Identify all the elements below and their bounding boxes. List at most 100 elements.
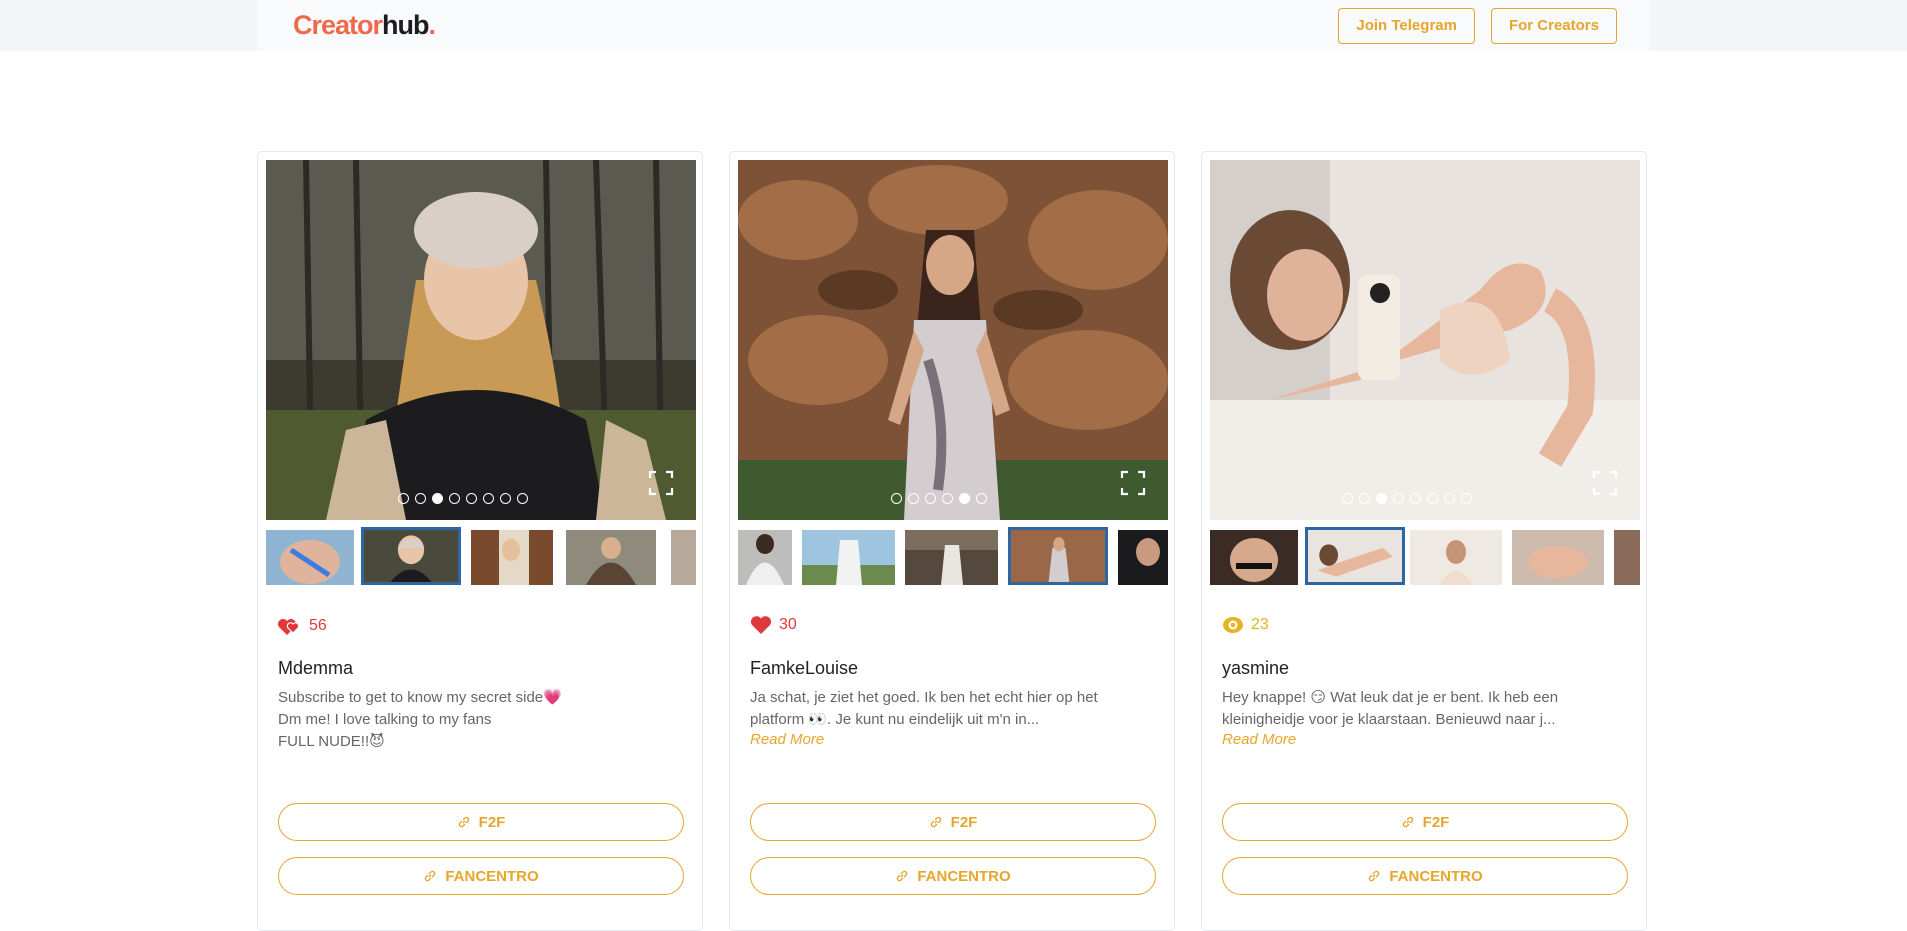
site-logo[interactable]: Creator hub. (293, 10, 436, 41)
creator-card: 30 FamkeLouise Ja schat, je ziet het goe… (729, 151, 1175, 931)
thumbnail[interactable] (802, 530, 895, 585)
likes-count: 30 (779, 616, 797, 633)
thumbnail[interactable] (266, 530, 354, 585)
thumbnail[interactable] (905, 530, 998, 585)
creator-description: Hey knappe! 😏 Wat leuk dat je er bent. I… (1222, 687, 1632, 731)
description-line: Dm me! I love talking to my fans (278, 711, 492, 728)
for-creators-button[interactable]: For Creators (1490, 7, 1617, 44)
carousel-dots (1342, 493, 1472, 504)
fancentro-link-button[interactable]: FANCENTRO (1222, 857, 1628, 895)
thumbnail[interactable] (1210, 530, 1298, 585)
carousel-dot[interactable] (1427, 493, 1438, 504)
thumbnail-strip (266, 527, 696, 585)
thumbnail[interactable] (738, 530, 792, 585)
fancentro-link-button[interactable]: FANCENTRO (750, 857, 1156, 895)
fullscreen-icon[interactable] (648, 470, 674, 496)
thumbnail-selected[interactable] (1008, 527, 1108, 585)
fancentro-link-button[interactable]: FANCENTRO (278, 857, 684, 895)
creator-name[interactable]: yasmine (1222, 658, 1289, 679)
creator-description: Subscribe to get to know my secret side💗… (278, 687, 688, 753)
link-icon (897, 870, 908, 882)
thumbnail-strip (738, 527, 1168, 585)
thumbnail[interactable] (1512, 530, 1604, 585)
link-label: F2F (950, 813, 978, 831)
hearts-icon (278, 619, 300, 635)
carousel-dot[interactable] (1393, 493, 1404, 504)
link-icon (425, 870, 436, 882)
thumbnail[interactable] (671, 530, 696, 585)
hero-photo (738, 160, 1168, 520)
creator-description: Ja schat, je ziet het goed. Ik ben het e… (750, 687, 1160, 731)
hero-image[interactable] (1210, 160, 1640, 520)
carousel-dot[interactable] (398, 493, 409, 504)
link-icon (1402, 816, 1413, 828)
carousel-dot[interactable] (1444, 493, 1455, 504)
description-line: Ja schat, je ziet het goed. Ik ben het e… (750, 689, 1098, 706)
carousel-dot[interactable] (466, 493, 477, 504)
carousel-dot[interactable] (415, 493, 426, 504)
creator-card: 56 Mdemma Subscribe to get to know my se… (257, 151, 703, 931)
carousel-dot[interactable] (517, 493, 528, 504)
creator-name[interactable]: Mdemma (278, 658, 353, 679)
thumbnail[interactable] (1410, 530, 1502, 585)
carousel-dot[interactable] (483, 493, 494, 504)
hero-image[interactable] (738, 160, 1168, 520)
carousel-dot[interactable] (891, 493, 902, 504)
link-label: FANCENTRO (917, 867, 1011, 885)
thumbnail[interactable] (566, 530, 656, 585)
link-label: FANCENTRO (445, 867, 539, 885)
read-more-link[interactable]: Read More (1222, 731, 1296, 748)
site-header: Creator hub. Join Telegram For Creators (257, 0, 1650, 51)
read-more-link[interactable]: Read More (750, 731, 824, 748)
logo-text-main: Creator (293, 10, 383, 40)
thumbnail-selected[interactable] (361, 527, 461, 585)
thumbnail-selected[interactable] (1305, 527, 1405, 585)
fullscreen-icon[interactable] (1592, 470, 1618, 496)
carousel-dot[interactable] (1410, 493, 1421, 504)
join-telegram-button[interactable]: Join Telegram (1338, 7, 1475, 44)
carousel-dot[interactable] (1376, 493, 1387, 504)
views-metric: 23 (1222, 615, 1269, 635)
description-line: Subscribe to get to know my secret side💗 (278, 689, 562, 706)
link-label: FANCENTRO (1389, 867, 1483, 885)
views-count: 23 (1251, 616, 1269, 633)
fullscreen-icon[interactable] (1120, 470, 1146, 496)
description-line: kleinigheidje voor je klaarstaan. Benieu… (1222, 711, 1556, 728)
likes-count: 56 (309, 617, 327, 634)
carousel-dot[interactable] (1342, 493, 1353, 504)
link-icon (1369, 870, 1380, 882)
thumbnail-strip (1210, 527, 1640, 585)
carousel-dot[interactable] (500, 493, 511, 504)
carousel-dot[interactable] (1461, 493, 1472, 504)
thumbnail[interactable] (1614, 530, 1640, 585)
f2f-link-button[interactable]: F2F (750, 803, 1156, 841)
hero-photo (1210, 160, 1640, 520)
carousel-dots (398, 493, 528, 504)
hero-photo (266, 160, 696, 520)
likes-metric: 56 (278, 615, 327, 637)
header-actions: Join Telegram For Creators (1338, 7, 1617, 44)
carousel-dot[interactable] (432, 493, 443, 504)
eye-icon (1223, 617, 1243, 633)
link-icon (458, 816, 469, 828)
carousel-dot[interactable] (925, 493, 936, 504)
carousel-dot[interactable] (908, 493, 919, 504)
carousel-dot[interactable] (959, 493, 970, 504)
hero-image[interactable] (266, 160, 696, 520)
description-line: Hey knappe! 😏 Wat leuk dat je er bent. I… (1222, 689, 1559, 706)
creator-card: 23 yasmine Hey knappe! 😏 Wat leuk dat je… (1201, 151, 1647, 931)
f2f-link-button[interactable]: F2F (1222, 803, 1628, 841)
f2f-link-button[interactable]: F2F (278, 803, 684, 841)
carousel-dots (891, 493, 987, 504)
carousel-dot[interactable] (942, 493, 953, 504)
carousel-dot[interactable] (449, 493, 460, 504)
thumbnail[interactable] (471, 530, 553, 585)
carousel-dot[interactable] (1359, 493, 1370, 504)
logo-text-accent: hub (382, 10, 429, 40)
creator-name[interactable]: FamkeLouise (750, 658, 858, 679)
likes-metric: 30 (750, 615, 797, 635)
link-label: F2F (1422, 813, 1450, 831)
heart-icon (750, 616, 772, 634)
thumbnail[interactable] (1118, 530, 1168, 585)
carousel-dot[interactable] (976, 493, 987, 504)
